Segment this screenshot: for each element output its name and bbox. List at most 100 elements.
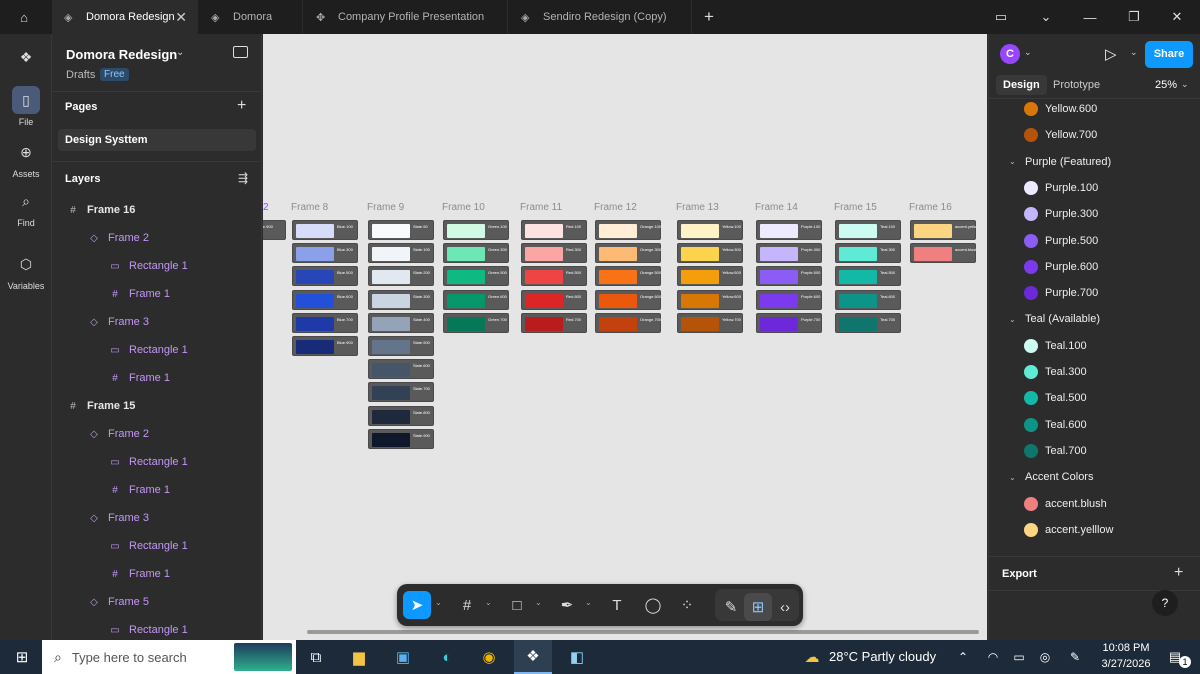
- rail-file[interactable]: ▯ File: [0, 86, 52, 127]
- canvas[interactable]: 2 Blue.900 Frame 8 Blue.100 Blue.300 Blue.50…: [263, 34, 987, 640]
- color-swatch-card[interactable]: Teal.300: [835, 243, 901, 264]
- color-swatch-card[interactable]: Red.100: [521, 220, 587, 240]
- color-style-item[interactable]: Purple.600: [989, 254, 1200, 280]
- restore-icon[interactable]: ❐: [1114, 0, 1154, 34]
- layer-row[interactable]: ◇ Frame 5: [52, 588, 262, 616]
- design-mode-icon[interactable]: ⊞: [744, 593, 772, 621]
- color-swatch-card[interactable]: Red.300: [521, 243, 587, 264]
- color-style-item[interactable]: Teal.700: [989, 438, 1200, 464]
- color-swatch-card[interactable]: Orange.300: [595, 243, 661, 264]
- layer-row[interactable]: # Frame 1: [52, 280, 262, 308]
- windows-start-icon[interactable]: ⊞: [4, 640, 40, 674]
- edge-icon[interactable]: ◐: [430, 640, 464, 674]
- layer-row[interactable]: # Frame 15: [52, 392, 262, 420]
- pen-icon[interactable]: ✎: [1064, 640, 1086, 674]
- color-style-item[interactable]: Purple.700: [989, 280, 1200, 306]
- layer-row[interactable]: # Frame 1: [52, 560, 262, 588]
- chevron-down-icon[interactable]: ⌄: [1181, 79, 1189, 90]
- layer-row[interactable]: ◇ Frame 3: [52, 308, 262, 336]
- frame-label[interactable]: Frame 16: [909, 202, 952, 213]
- color-swatch-card[interactable]: Yellow.500: [677, 266, 743, 287]
- chevron-down-icon[interactable]: ⌄: [1026, 0, 1066, 34]
- draw-mode-icon[interactable]: ✎: [717, 593, 745, 621]
- color-swatch-card[interactable]: Orange.700: [595, 312, 661, 333]
- clock-date[interactable]: 3/27/2026: [1097, 658, 1155, 670]
- collapse-layers-icon[interactable]: ⇶: [238, 171, 248, 185]
- frame-tool-icon[interactable]: #: [453, 591, 481, 619]
- color-swatch-card[interactable]: accent.yellow: [910, 220, 976, 240]
- color-group[interactable]: ⌄ Teal (Available): [989, 306, 1200, 332]
- figma-taskbar-icon[interactable]: ❖: [514, 640, 552, 674]
- chevron-down-icon[interactable]: ⌄: [435, 598, 442, 607]
- chevron-down-icon[interactable]: ⌄: [1024, 47, 1032, 58]
- task-view-icon[interactable]: ⧉: [302, 640, 330, 674]
- close-icon[interactable]: ✕: [175, 9, 187, 26]
- add-export-icon[interactable]: +: [1174, 564, 1183, 582]
- color-swatch-card[interactable]: Slate.100: [368, 243, 434, 264]
- layer-row[interactable]: # Frame 1: [52, 476, 262, 504]
- color-swatch-card[interactable]: accent.blush: [910, 243, 976, 264]
- color-swatch-card[interactable]: Slate.700: [368, 382, 434, 403]
- chevron-up-icon[interactable]: ⌃: [952, 640, 974, 674]
- chevron-down-icon[interactable]: ⌄: [1009, 315, 1016, 324]
- chevron-down-icon[interactable]: ⌄: [1009, 157, 1016, 166]
- rail-variables[interactable]: ⬡ Variables: [0, 250, 52, 291]
- zoom-level[interactable]: 25%: [1155, 79, 1177, 91]
- color-style-item[interactable]: Purple.500: [989, 228, 1200, 254]
- color-swatch-card[interactable]: Purple.500: [756, 266, 822, 287]
- color-style-item[interactable]: Purple.100: [989, 175, 1200, 201]
- weather-icon[interactable]: ☁: [800, 640, 824, 674]
- text-tool-icon[interactable]: T: [603, 591, 631, 619]
- drafts-label[interactable]: Drafts: [66, 69, 95, 81]
- frame-label-partial[interactable]: 2: [263, 202, 269, 213]
- sidebar-toggle-icon[interactable]: [233, 46, 248, 58]
- tab-domora[interactable]: ◈ Domora: [199, 0, 303, 34]
- color-swatch-card[interactable]: Yellow.600: [677, 289, 743, 310]
- layer-row[interactable]: ▭ Rectangle 1: [52, 336, 262, 364]
- layer-row[interactable]: ◇ Frame 2: [52, 224, 262, 252]
- store-icon[interactable]: ▣: [386, 640, 420, 674]
- actions-icon[interactable]: ⁘: [673, 591, 701, 619]
- color-swatch-card[interactable]: Teal.600: [835, 289, 901, 310]
- clock-time[interactable]: 10:08 PM: [1097, 642, 1155, 654]
- add-page-icon[interactable]: +: [237, 97, 246, 115]
- color-swatch-card[interactable]: Purple.600: [756, 289, 822, 310]
- layer-row[interactable]: ◇ Frame 3: [52, 504, 262, 532]
- color-swatch-card[interactable]: Slate.300: [368, 289, 434, 310]
- rectangle-tool-icon[interactable]: □: [503, 591, 531, 619]
- color-swatch-card[interactable]: Red.700: [521, 312, 587, 333]
- frame-label[interactable]: Frame 14: [755, 202, 798, 213]
- horizontal-scrollbar[interactable]: [307, 630, 979, 634]
- move-tool-icon[interactable]: ➤: [403, 591, 431, 619]
- color-style-item[interactable]: accent.yelllow: [989, 517, 1200, 543]
- color-swatch-card[interactable]: Slate.50: [368, 220, 434, 240]
- color-swatch-card[interactable]: Orange.500: [595, 266, 661, 287]
- chevron-down-icon[interactable]: ⌄: [176, 47, 184, 58]
- page-item-design-system[interactable]: Design Systtem: [58, 129, 256, 151]
- color-group[interactable]: ⌄ Purple (Featured): [989, 149, 1200, 175]
- window-close-icon[interactable]: ✕: [1157, 0, 1197, 34]
- tab-sendiro[interactable]: ◈ Sendiro Redesign (Copy): [509, 0, 692, 34]
- color-style-item[interactable]: Teal.300: [989, 359, 1200, 385]
- color-style-item[interactable]: Teal.500: [989, 385, 1200, 411]
- play-icon[interactable]: ▷: [1105, 45, 1117, 63]
- weather-text[interactable]: 28°C Partly cloudy: [829, 649, 936, 664]
- minimize-icon[interactable]: —: [1070, 0, 1110, 34]
- layer-row[interactable]: ▭ Rectangle 1: [52, 448, 262, 476]
- pen-tool-icon[interactable]: ✒: [553, 591, 581, 619]
- color-swatch-card[interactable]: Blue.500: [292, 266, 358, 287]
- color-swatch-card[interactable]: Red.600: [521, 289, 587, 310]
- color-swatch-card[interactable]: Red.500: [521, 266, 587, 287]
- tab-company-profile[interactable]: ✥ Company Profile Presentation: [304, 0, 508, 34]
- color-swatch-card[interactable]: Slate.900: [368, 428, 434, 449]
- color-group[interactable]: ⌄ Accent Colors: [989, 464, 1200, 490]
- avatar[interactable]: C: [1000, 44, 1020, 64]
- color-swatch-card[interactable]: Teal.700: [835, 312, 901, 333]
- tab-prototype[interactable]: Prototype: [1053, 79, 1100, 91]
- color-swatch-card[interactable]: Yellow.700: [677, 312, 743, 333]
- chevron-down-icon[interactable]: ⌄: [1009, 473, 1016, 482]
- file-name[interactable]: Domora Redesign: [66, 47, 177, 62]
- color-swatch-card[interactable]: Teal.500: [835, 266, 901, 287]
- color-swatch-card[interactable]: Blue.600: [292, 289, 358, 310]
- color-swatch-card[interactable]: Blue.900: [292, 336, 358, 356]
